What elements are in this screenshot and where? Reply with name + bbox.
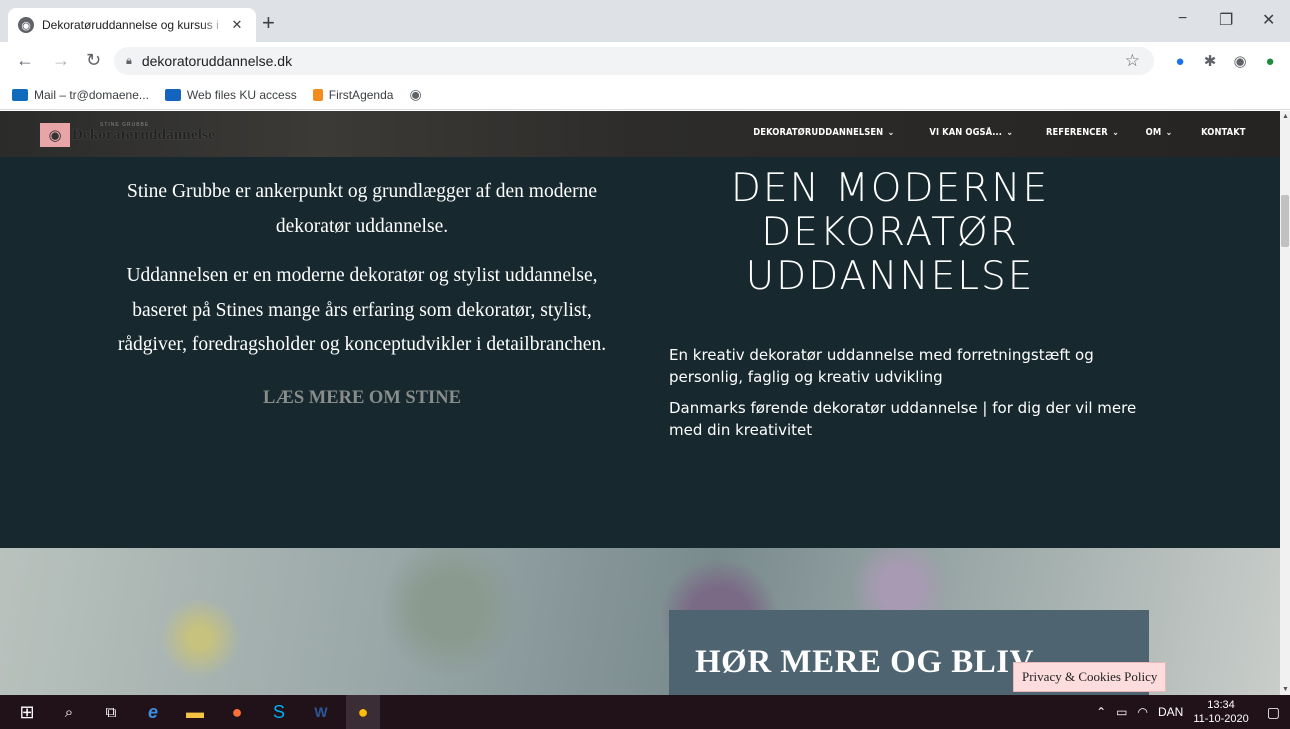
page-scrollbar[interactable]: ▲ ▼	[1280, 111, 1290, 695]
address-bar[interactable]: 🔒︎ dekoratoruddannelse.dk ☆	[114, 47, 1154, 75]
file-explorer-icon[interactable]: ▬	[178, 695, 212, 729]
window-close-icon[interactable]: ✕	[1262, 10, 1275, 30]
star-icon[interactable]: ☆	[1125, 51, 1140, 71]
back-arrow-icon[interactable]: ←	[16, 50, 34, 70]
chrome-icon[interactable]: ●	[346, 695, 380, 729]
bookmark-globe[interactable]: ◉	[409, 86, 421, 103]
cta-title: HØR MERE OG BLIV	[695, 644, 1034, 680]
hero-paragraph-2: Danmarks førende dekoratør uddannelse | …	[669, 399, 1137, 439]
clock-time: 13:34	[1207, 699, 1235, 711]
lock-icon: 🔒︎	[126, 54, 132, 67]
word-icon[interactable]: W	[304, 695, 338, 729]
chevron-down-icon: ⌄	[1006, 128, 1014, 138]
bookmark-label: Mail – tr@domaene...	[34, 87, 149, 102]
globe-icon: ◉	[18, 17, 34, 33]
tab-bar: ◉ Dekoratøruddannelse og kursus i ✕ + − …	[0, 0, 1290, 42]
chevron-down-icon: ⌄	[888, 128, 895, 138]
intro-paragraph-2: Uddannelsen er en moderne dekoratør og s…	[117, 265, 607, 355]
puzzle-icon[interactable]: ✱	[1200, 51, 1220, 71]
nav-dekoratoruddannelsen[interactable]: DEKORATØRUDDANNELSEN ⌄	[754, 127, 895, 138]
bookmarks-bar: Mail – tr@domaene... Web files KU access…	[0, 80, 1290, 110]
clock[interactable]: 13:34 11-10-2020	[1193, 698, 1248, 726]
nav-referencer[interactable]: REFERENCER ⌄	[1046, 127, 1119, 138]
windows-taskbar: ⊞ ⌕ ⧉ e ▬ ● S W ● ⌃ ▭ ◠ DAN 13:34 11-10-…	[0, 695, 1290, 729]
intro-left: Stine Grubbe er ankerpunkt og grundlægge…	[112, 175, 612, 415]
skype-icon[interactable]: S	[262, 695, 296, 729]
chevron-down-icon: ⌄	[1112, 128, 1119, 138]
bookmark-label: Web files KU access	[186, 87, 297, 102]
nav-om[interactable]: OM ⌄	[1146, 127, 1173, 138]
minimize-icon[interactable]: −	[1178, 10, 1187, 28]
clock-date: 11-10-2020	[1193, 713, 1249, 725]
tab-title: Dekoratøruddannelse og kursus i	[42, 18, 219, 32]
bookmark-web-files[interactable]: Web files KU access	[164, 87, 297, 102]
url-text: dekoratoruddannelse.dk	[141, 53, 293, 69]
language-indicator[interactable]: DAN	[1158, 705, 1183, 719]
scroll-thumb[interactable]	[1281, 195, 1289, 247]
bookmark-firstagenda[interactable]: FirstAgenda	[312, 87, 394, 102]
hero-title-line: DEKORATØR	[761, 210, 1019, 255]
main-nav: DEKORATØRUDDANNELSEN ⌄ VI KAN OGSÅ... ⌄ RE…	[711, 127, 1246, 138]
scroll-down-icon[interactable]: ▼	[1282, 686, 1289, 693]
system-tray: ⌃ ▭ ◠ DAN 13:34 11-10-2020 ▢	[1096, 695, 1290, 729]
battery-icon[interactable]: ▭	[1116, 705, 1127, 719]
hero-title: DEN MODERNE DEKORATØR UDDANNELSE	[690, 167, 1090, 299]
globe-icon: ◉	[409, 86, 422, 102]
profile-icon[interactable]: ◉	[1230, 51, 1250, 71]
chevron-up-icon[interactable]: ⌃	[1096, 705, 1106, 719]
scroll-up-icon[interactable]: ▲	[1282, 113, 1289, 120]
outlook-icon	[12, 88, 28, 101]
wifi-icon[interactable]: ◠	[1137, 705, 1147, 719]
reload-icon[interactable]: ↻	[86, 50, 101, 70]
restore-icon[interactable]: ❐	[1219, 10, 1233, 30]
task-view-icon[interactable]: ⧉	[94, 695, 128, 729]
website-viewport: ◉ STINE GRUBBE Dekoratøruddannelse DEKOR…	[0, 111, 1280, 695]
privacy-cookies-button[interactable]: Privacy & Cookies Policy	[1013, 662, 1167, 692]
hero-paragraph-1: En kreativ dekoratør uddannelse med forr…	[669, 346, 1094, 386]
intro-paragraph-1: Stine Grubbe er ankerpunkt og grundlægge…	[126, 181, 598, 237]
search-icon[interactable]: ⌕	[52, 695, 86, 729]
chevron-down-icon: ⌄	[1165, 128, 1173, 138]
extension-blue-icon[interactable]: ●	[1170, 51, 1190, 71]
edge-icon[interactable]: e	[136, 695, 170, 729]
hero-text: En kreativ dekoratør uddannelse med forr…	[669, 345, 1149, 451]
browser-tab[interactable]: ◉ Dekoratøruddannelse og kursus i ✕	[8, 8, 256, 42]
windows-start-icon[interactable]: ⊞	[10, 695, 44, 729]
bookmark-label: FirstAgenda	[328, 87, 394, 102]
forward-arrow-icon[interactable]: →	[52, 50, 70, 70]
notification-icon[interactable]: ▢	[1267, 704, 1280, 721]
bookmark-mail[interactable]: Mail – tr@domaene...	[12, 88, 149, 102]
hero-title-line: DEN MODERNE	[730, 166, 1050, 211]
eye-logo-icon[interactable]: ◉	[40, 123, 70, 147]
new-tab-button[interactable]: +	[262, 12, 275, 34]
firefox-icon[interactable]: ●	[220, 695, 254, 729]
site-header: ◉ STINE GRUBBE Dekoratøruddannelse DEKOR…	[0, 111, 1280, 157]
update-icon[interactable]: ●	[1260, 51, 1280, 71]
browser-toolbar: ← → ↻ 🔒︎ dekoratoruddannelse.dk ☆ ● ✱ ◉ …	[0, 42, 1290, 80]
close-icon[interactable]: ✕	[228, 17, 246, 33]
nav-vi-kan-ogsaa[interactable]: VI KAN OGSÅ... ⌄	[929, 127, 1013, 138]
site-logo[interactable]: Dekoratøruddannelse	[72, 127, 215, 144]
ku-icon	[164, 88, 181, 101]
hero-title-line: UDDANNELSE	[745, 254, 1035, 299]
read-more-link[interactable]: LÆS MERE OM STINE	[112, 381, 612, 416]
nav-kontakt[interactable]: KONTAKT	[1201, 127, 1246, 138]
firstagenda-icon	[312, 88, 323, 101]
